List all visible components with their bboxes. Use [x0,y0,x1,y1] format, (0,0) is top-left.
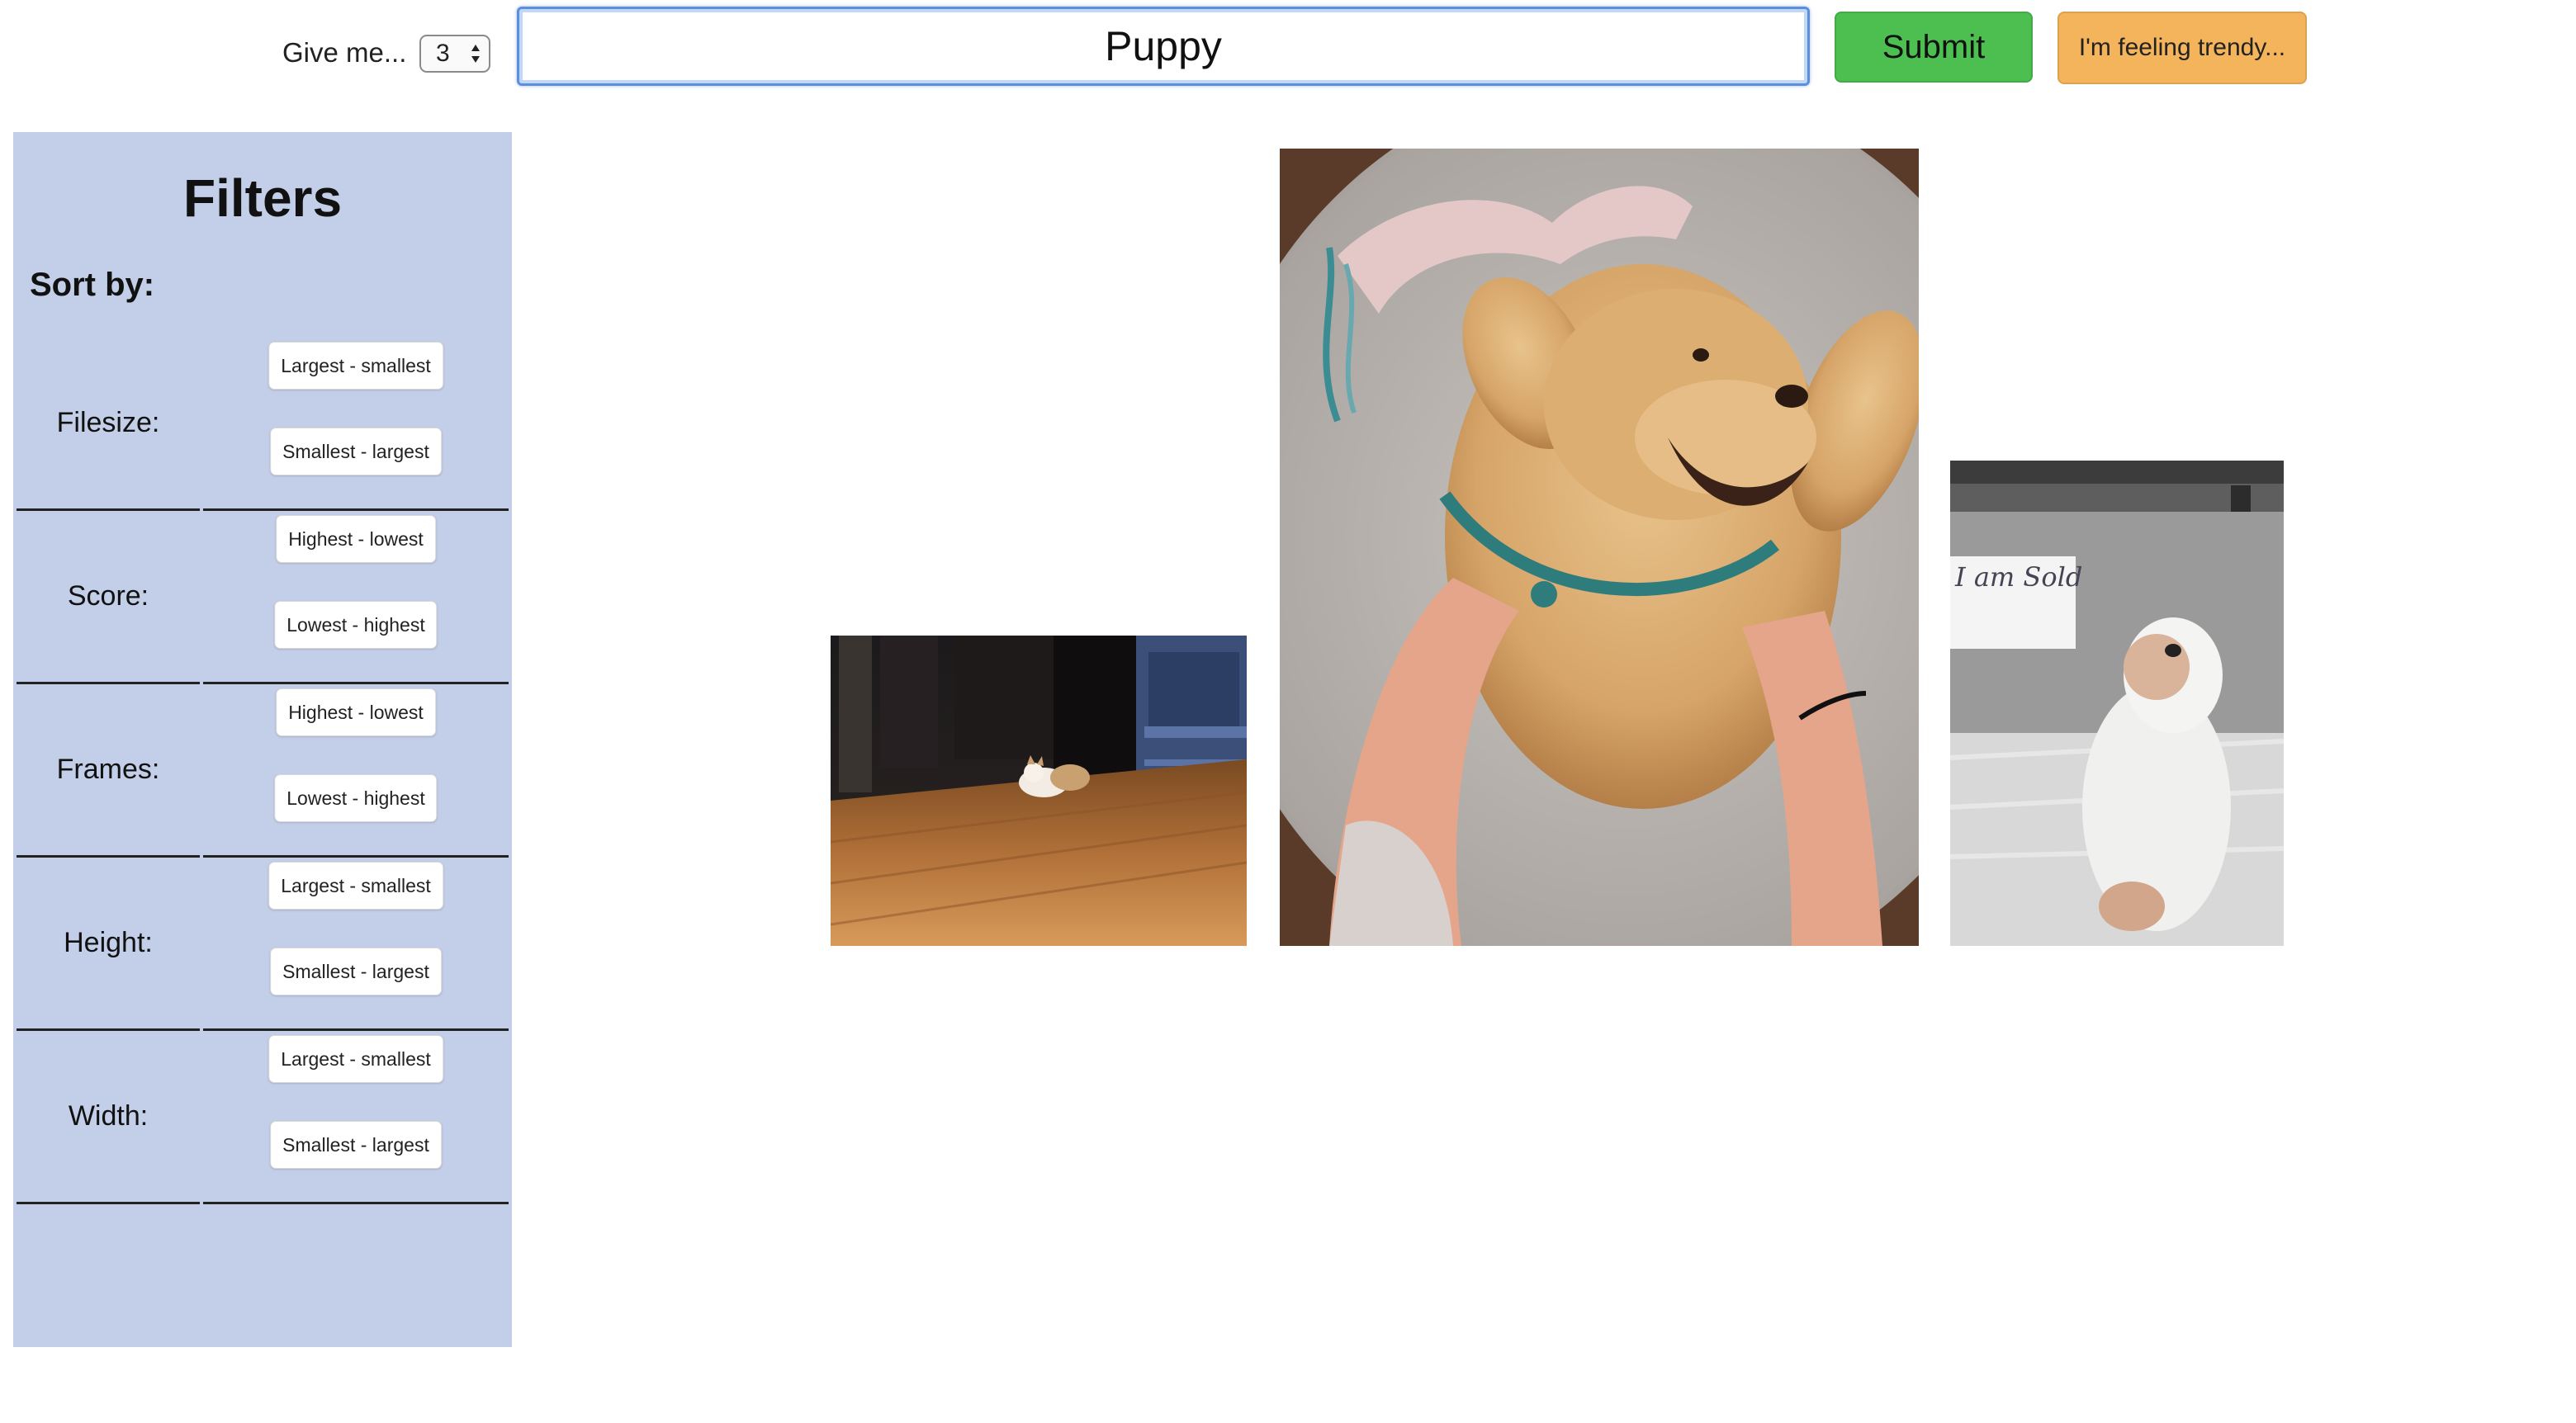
filesize-largest-smallest-button[interactable]: Largest - smallest [268,342,443,390]
filter-label: Filesize: [17,337,200,511]
height-smallest-largest-button[interactable]: Smallest - largest [270,948,442,995]
score-highest-lowest-button[interactable]: Highest - lowest [276,515,436,563]
result-image-corgi-puppy[interactable] [831,636,1247,946]
filter-label: Height: [17,857,200,1031]
filter-label: Frames: [17,683,200,858]
search-input[interactable] [517,7,1810,86]
filesize-smallest-largest-button[interactable]: Smallest - largest [270,428,442,475]
frames-highest-lowest-button[interactable]: Highest - lowest [276,688,436,736]
filters-sidebar: Filters Sort by: Filesize: Largest - sma… [13,132,512,1347]
score-lowest-highest-button[interactable]: Lowest - highest [274,601,438,649]
give-me-label: Give me... [282,37,407,68]
feeling-trendy-button[interactable]: I'm feeling trendy... [2057,12,2307,84]
filters-title: Filters [182,168,343,228]
width-smallest-largest-button[interactable]: Smallest - largest [270,1121,442,1169]
filter-buttons: Highest - lowest Lowest - highest [203,683,509,858]
filter-label: Score: [17,510,200,684]
result-image-fluffy-puppy[interactable]: I am Sold [1950,461,2284,946]
corgi-puppy-picture [831,636,1247,946]
golden-puppy-picture [1280,149,1919,946]
filter-row-frames: Frames: Highest - lowest Lowest - highes… [17,683,509,858]
filter-row-width: Width: Largest - smallest Smallest - lar… [17,1030,509,1204]
filter-row-filesize: Filesize: Largest - smallest Smallest - … [17,337,509,511]
fluffy-puppy-picture: I am Sold [1950,461,2284,946]
submit-button[interactable]: Submit [1835,12,2033,83]
width-largest-smallest-button[interactable]: Largest - smallest [268,1035,443,1083]
result-image-golden-puppy[interactable] [1280,149,1919,946]
height-largest-smallest-button[interactable]: Largest - smallest [268,862,443,910]
sign-text: I am Sold [1954,561,2082,593]
top-toolbar: Give me... 3 Submit I'm feeling trendy..… [0,0,2576,99]
select-arrows-icon [471,45,480,63]
filter-buttons: Largest - smallest Smallest - largest [203,857,509,1031]
filter-buttons: Highest - lowest Lowest - highest [203,510,509,684]
filter-row-score: Score: Highest - lowest Lowest - highest [17,510,509,684]
filter-row-height: Height: Largest - smallest Smallest - la… [17,857,509,1031]
result-count-value: 3 [436,40,450,67]
filter-buttons: Largest - smallest Smallest - largest [203,1030,509,1204]
frames-lowest-highest-button[interactable]: Lowest - highest [274,774,438,822]
sort-by-label: Sort by: [30,267,155,303]
filter-buttons: Largest - smallest Smallest - largest [203,337,509,511]
filter-label: Width: [17,1030,200,1204]
result-count-select[interactable]: 3 [419,35,490,73]
